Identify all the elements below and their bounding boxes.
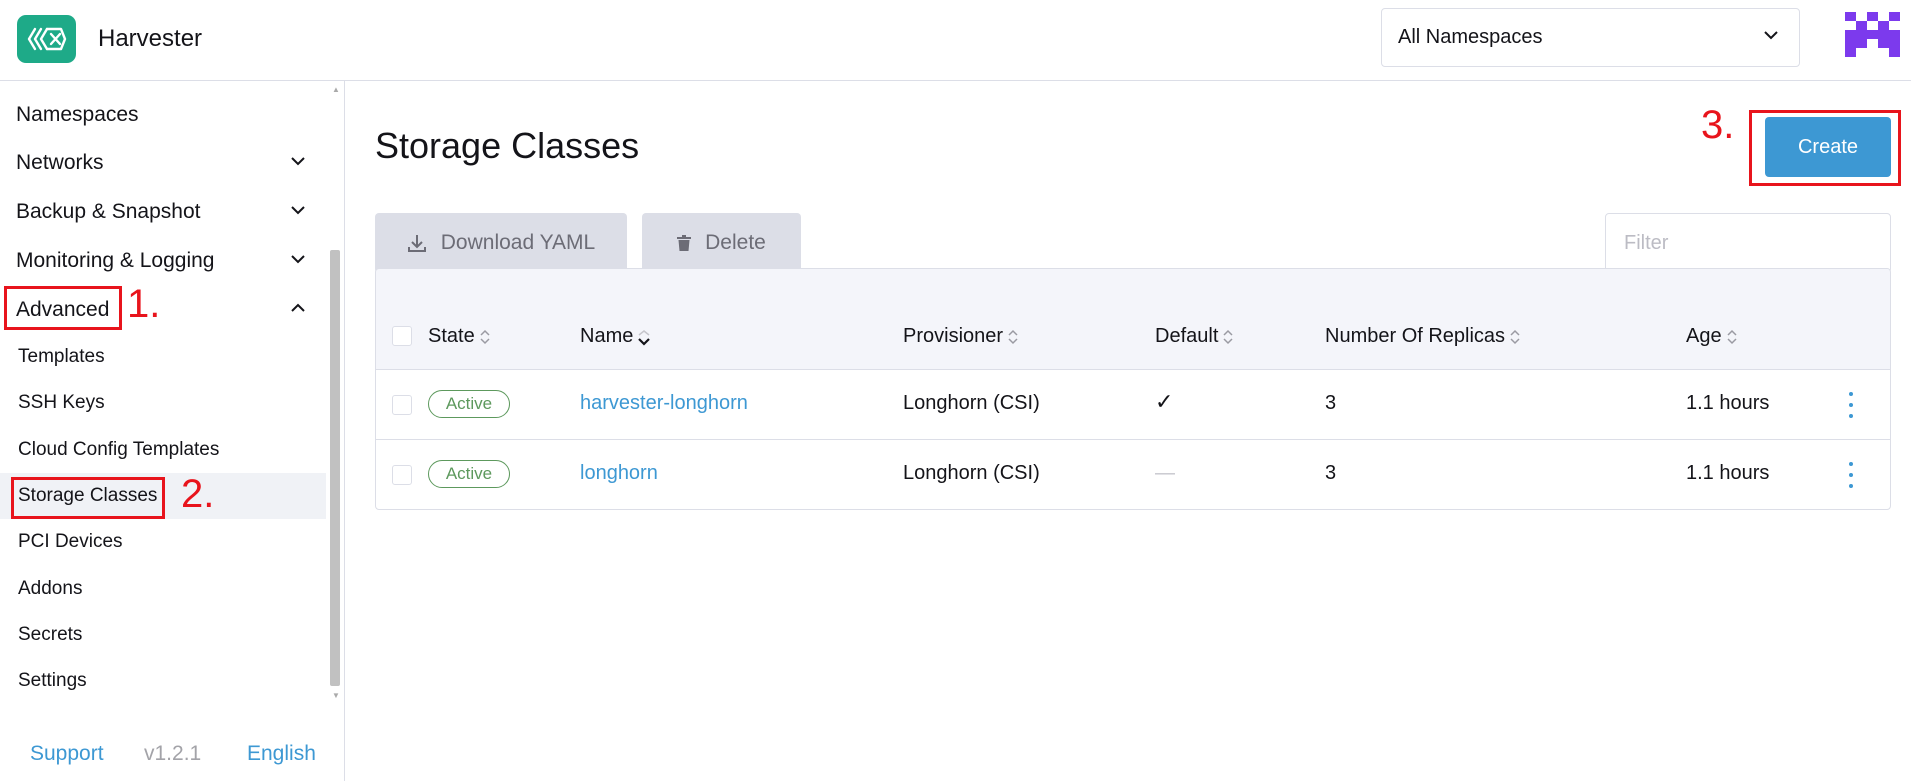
sidebar-item-namespaces[interactable]: Namespaces — [0, 93, 326, 137]
column-header-provisioner[interactable]: Provisioner — [903, 325, 1019, 348]
sidebar-item-ssh-keys[interactable]: SSH Keys — [0, 380, 326, 426]
storage-class-name-link[interactable]: harvester-longhorn — [580, 392, 748, 415]
sidebar-item-monitoring-logging[interactable]: Monitoring & Logging — [0, 239, 326, 283]
column-header-state[interactable]: State — [428, 325, 491, 348]
chevron-down-icon — [291, 255, 305, 264]
sort-icon — [1223, 329, 1233, 344]
column-label: Name — [580, 325, 634, 347]
select-all-checkbox[interactable] — [392, 326, 412, 346]
sidebar-item-label: Cloud Config Templates — [18, 439, 220, 460]
sidebar-item-label: Networks — [16, 151, 104, 174]
column-label: Default — [1155, 325, 1219, 347]
sidebar-item-label: PCI Devices — [18, 531, 123, 552]
provisioner-cell: Longhorn (CSI) — [903, 392, 1040, 414]
column-header-name[interactable]: Name — [580, 325, 651, 348]
scroll-down-arrow-icon[interactable]: ▼ — [332, 691, 340, 700]
support-link[interactable]: Support — [30, 742, 104, 766]
sidebar-item-cloud-config-templates[interactable]: Cloud Config Templates — [0, 427, 326, 473]
sidebar-item-backup-snapshot[interactable]: Backup & Snapshot — [0, 190, 326, 234]
sidebar-item-addons[interactable]: Addons — [0, 566, 326, 612]
sidebar-item-settings[interactable]: Settings — [0, 658, 326, 704]
delete-button[interactable]: Delete — [642, 213, 801, 273]
download-yaml-button[interactable]: Download YAML — [375, 213, 627, 273]
column-label: Provisioner — [903, 325, 1004, 347]
sidebar-item-label: SSH Keys — [18, 392, 105, 413]
column-header-age[interactable]: Age — [1686, 325, 1738, 348]
annotation-box-advanced — [4, 286, 122, 330]
replicas-cell: 3 — [1325, 392, 1337, 414]
sort-icon — [1510, 329, 1520, 344]
app-title: Harvester — [98, 25, 203, 52]
replicas-cell: 3 — [1325, 462, 1337, 484]
default-empty-dash: — — [1155, 462, 1175, 484]
annotation-step-2: 2. — [181, 472, 215, 516]
filter-input[interactable] — [1605, 213, 1891, 273]
column-label: State — [428, 325, 475, 347]
download-yaml-label: Download YAML — [440, 231, 596, 254]
chevron-down-icon — [291, 157, 305, 166]
table-row[interactable]: Active longhorn Longhorn (CSI) — 3 1.1 h… — [376, 440, 1890, 509]
sidebar-item-networks[interactable]: Networks — [0, 141, 326, 185]
sidebar-item-label: Namespaces — [16, 103, 139, 126]
row-actions-menu-icon[interactable] — [1847, 462, 1855, 488]
sidebar-item-label: Settings — [18, 670, 87, 691]
sidebar-item-pci-devices[interactable]: PCI Devices — [0, 519, 326, 565]
language-selector[interactable]: English — [247, 742, 316, 766]
column-label: Age — [1686, 325, 1722, 347]
chevron-down-icon — [291, 206, 305, 215]
status-badge: Active — [428, 390, 510, 418]
annotation-box-storage-classes — [11, 477, 165, 519]
harvester-logo-icon[interactable] — [17, 15, 76, 63]
provisioner-cell: Longhorn (CSI) — [903, 462, 1040, 484]
sidebar-item-label: Addons — [18, 578, 83, 599]
sidebar-scrollbar[interactable] — [330, 250, 340, 686]
sort-descending-icon — [638, 329, 651, 346]
page-title: Storage Classes — [375, 125, 640, 166]
chevron-up-icon — [291, 303, 305, 312]
sidebar-footer: Support v1.2.1 English — [0, 734, 345, 774]
chevron-down-icon — [1764, 31, 1778, 40]
sidebar-item-secrets[interactable]: Secrets — [0, 612, 326, 658]
sidebar: Namespaces Networks Backup & Snapshot Mo… — [0, 81, 345, 781]
storage-classes-table: State Name Provisioner Default Number Of… — [375, 268, 1891, 510]
delete-label: Delete — [705, 231, 766, 254]
version-label: v1.2.1 — [144, 742, 202, 765]
trash-icon — [677, 235, 692, 251]
annotation-step-3: 3. — [1701, 103, 1735, 147]
sort-icon — [1008, 329, 1018, 344]
annotation-box-create — [1749, 110, 1901, 186]
age-cell: 1.1 hours — [1686, 462, 1770, 484]
default-checkmark-icon: ✓ — [1155, 389, 1174, 414]
sidebar-item-label: Templates — [18, 346, 105, 367]
sidebar-item-templates[interactable]: Templates — [0, 334, 326, 380]
column-header-default[interactable]: Default — [1155, 325, 1234, 348]
row-checkbox[interactable] — [392, 465, 412, 485]
sidebar-item-label: Monitoring & Logging — [16, 249, 215, 272]
annotation-step-1: 1. — [127, 282, 161, 326]
status-badge: Active — [428, 460, 510, 488]
download-icon — [407, 235, 426, 252]
scroll-up-arrow-icon[interactable]: ▲ — [332, 85, 340, 94]
top-header: Harvester All Namespaces — [0, 0, 1911, 81]
age-cell: 1.1 hours — [1686, 392, 1770, 414]
namespace-select[interactable]: All Namespaces — [1381, 8, 1800, 67]
table-header: State Name Provisioner Default Number Of… — [376, 269, 1890, 370]
sidebar-item-label: Secrets — [18, 624, 83, 645]
storage-class-name-link[interactable]: longhorn — [580, 462, 658, 485]
column-header-replicas[interactable]: Number Of Replicas — [1325, 325, 1521, 348]
column-label: Number Of Replicas — [1325, 325, 1506, 347]
sidebar-item-label: Backup & Snapshot — [16, 200, 201, 223]
user-avatar-icon[interactable] — [1845, 12, 1900, 57]
row-actions-menu-icon[interactable] — [1847, 392, 1855, 418]
row-checkbox[interactable] — [392, 395, 412, 415]
sort-icon — [480, 329, 490, 344]
sort-icon — [1727, 329, 1737, 344]
table-row[interactable]: Active harvester-longhorn Longhorn (CSI)… — [376, 370, 1890, 440]
namespace-select-value: All Namespaces — [1398, 26, 1543, 48]
